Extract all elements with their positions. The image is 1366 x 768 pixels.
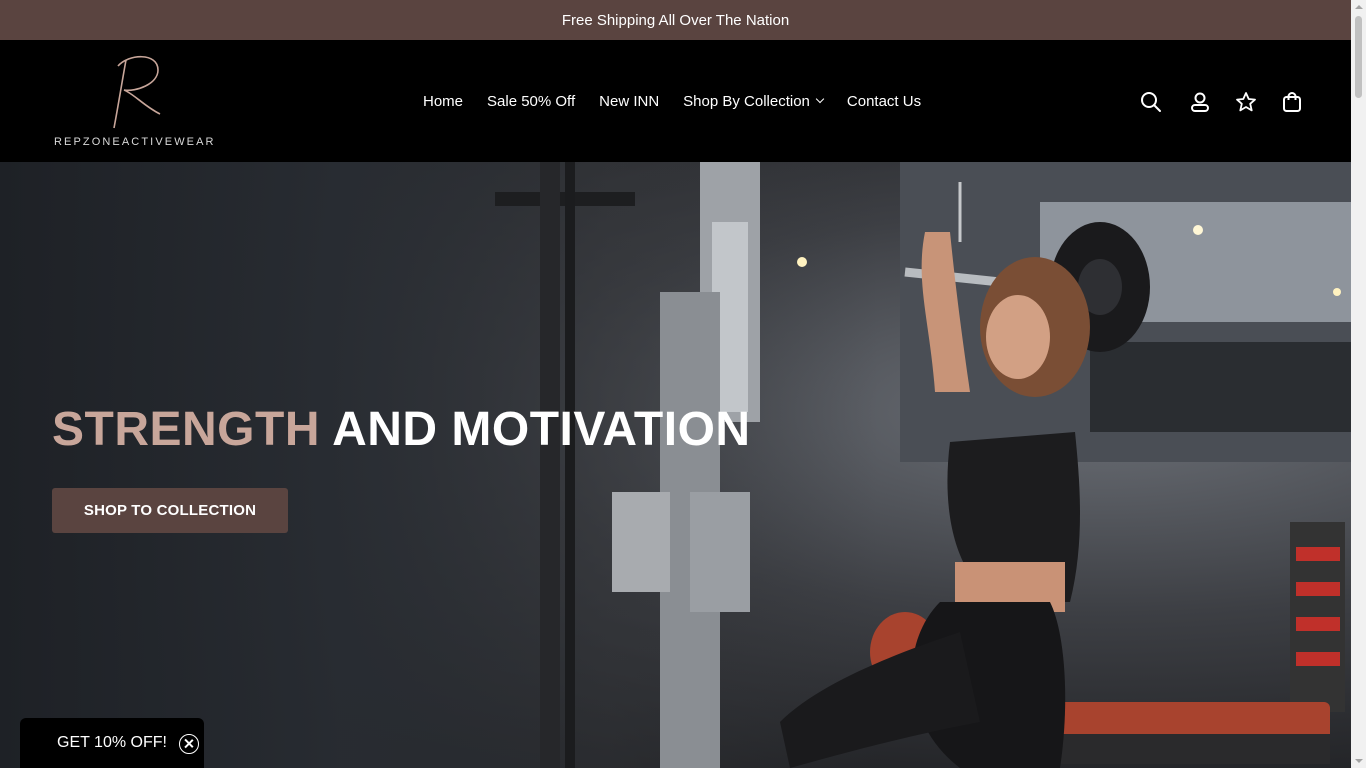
scroll-up-icon[interactable] — [1355, 5, 1363, 9]
brand-wordmark: REPZONEACTIVEWEAR — [54, 136, 216, 148]
nav-contact[interactable]: Contact Us — [847, 93, 921, 110]
announcement-text: Free Shipping All Over The Nation — [561, 11, 790, 29]
nav-sale[interactable]: Sale 50% Off — [487, 93, 575, 110]
nav-shop-by-collection-label: Shop By Collection — [683, 92, 810, 110]
headline-accent: STRENGTH — [52, 403, 320, 456]
hero-banner: STRENGTH AND MOTIVATION SHOP TO COLLECTI… — [0, 162, 1351, 768]
brand-logo[interactable]: REPZONEACTIVEWEAR — [52, 52, 222, 152]
search-icon[interactable] — [1140, 91, 1162, 113]
main-nav: Home Sale 50% Off New INN Shop By Collec… — [423, 40, 921, 162]
page: Free Shipping All Over The Nation REPZON… — [0, 0, 1351, 768]
close-icon[interactable] — [179, 734, 199, 754]
scrollbar-thumb[interactable] — [1355, 16, 1362, 98]
wishlist-star-icon[interactable] — [1235, 91, 1257, 113]
logo-r-mark — [113, 55, 161, 129]
discount-label: GET 10% OFF! — [57, 734, 167, 751]
scroll-down-icon[interactable] — [1355, 759, 1363, 763]
hero-image — [495, 162, 1351, 768]
headline-rest: AND MOTIVATION — [332, 403, 751, 456]
hero-headline: STRENGTH AND MOTIVATION — [52, 402, 751, 457]
nav-new-inn[interactable]: New INN — [599, 93, 659, 110]
announcement-bar: Free Shipping All Over The Nation — [0, 0, 1351, 40]
discount-popup-tab[interactable]: GET 10% OFF! — [20, 718, 204, 768]
page-scrollbar[interactable] — [1351, 0, 1366, 768]
account-icon[interactable] — [1189, 91, 1211, 113]
site-header: REPZONEACTIVEWEAR Home Sale 50% Off New … — [0, 40, 1351, 162]
cart-bag-icon[interactable] — [1281, 91, 1303, 113]
shop-collection-button[interactable]: SHOP TO COLLECTION — [52, 488, 288, 533]
chevron-down-icon — [815, 94, 825, 104]
nav-home[interactable]: Home — [423, 93, 463, 110]
nav-shop-by-collection[interactable]: Shop By Collection — [683, 92, 825, 110]
